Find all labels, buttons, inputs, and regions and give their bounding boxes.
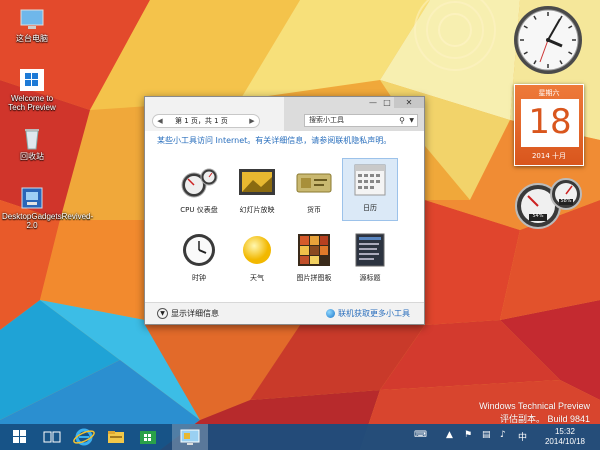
- windows-icon: [18, 68, 46, 92]
- file-explorer-icon: [108, 431, 124, 443]
- start-button[interactable]: [4, 424, 36, 450]
- cpu-meter-icon: [515, 178, 582, 229]
- weather-icon: [237, 233, 277, 267]
- page-navigator: ◀ 第 1 页，共 1 页 ▶: [152, 114, 260, 128]
- calendar-day: 18: [528, 102, 572, 142]
- network-icon[interactable]: ▤: [482, 430, 491, 440]
- currency-icon: [294, 165, 334, 199]
- puzzle-icon: [294, 233, 334, 267]
- cpu-meter-icon: [179, 165, 219, 199]
- store-button[interactable]: [132, 424, 164, 450]
- show-hidden-icons-icon[interactable]: ▲: [446, 430, 453, 440]
- globe-icon: [326, 309, 335, 318]
- gadget-tile-label: 货币: [307, 206, 321, 214]
- gadget-tile-label: 日历: [363, 204, 377, 212]
- internet-explorer-button[interactable]: [68, 424, 100, 450]
- search-placeholder: 搜索小工具: [309, 116, 344, 124]
- keyboard-icon[interactable]: ⌨: [414, 430, 427, 440]
- gadget-gallery-window: — □ ✕ ◀ 第 1 页，共 1 页 ▶ 搜索小工具 ⚲ ▼ 某些小工具访问 …: [144, 96, 425, 325]
- show-details-button[interactable]: ▼ 显示详细信息: [157, 308, 219, 320]
- gadget-tile-currency[interactable]: 货币: [286, 161, 342, 221]
- gadget-tile-picture-puzzle[interactable]: 图片拼图板: [286, 229, 342, 289]
- maximize-button[interactable]: □: [380, 97, 394, 108]
- memory-usage: 58%: [560, 198, 572, 204]
- close-button[interactable]: ✕: [394, 97, 424, 108]
- gadget-tile-feed-headlines[interactable]: 源标题: [342, 229, 398, 289]
- computer-icon: [18, 8, 46, 32]
- gadgets-icon: [180, 429, 200, 445]
- gadget-tile-weather[interactable]: 天气: [229, 229, 285, 289]
- watermark-line-1: Windows Technical Preview: [479, 401, 590, 411]
- recycle-bin-icon: [18, 126, 46, 150]
- gadget-grid-area: 某些小工具访问 Internet。有关详细信息，请参阅联机隐私声明。 CPU 仪…: [145, 131, 424, 303]
- minimize-button[interactable]: —: [366, 97, 380, 108]
- privacy-info-link[interactable]: 某些小工具访问 Internet。有关详细信息，请参阅联机隐私声明。: [157, 135, 419, 146]
- calendar-month: 2014 十月: [531, 152, 567, 160]
- desktop-icon-this-pc[interactable]: 这台电脑: [2, 8, 62, 43]
- taskbar-time: 15:32: [554, 427, 576, 436]
- next-page-button[interactable]: ▶: [247, 115, 257, 127]
- gadgets-taskbar-button[interactable]: [172, 424, 208, 450]
- get-more-gadgets-label: 联机获取更多小工具: [338, 309, 410, 318]
- chevron-down-icon: ▼: [157, 308, 168, 319]
- gadget-tile-cpu-meter[interactable]: CPU 仪表盘: [171, 161, 227, 221]
- desktop-icon-label: 回收站: [20, 152, 44, 161]
- clock-gadget[interactable]: [512, 4, 584, 76]
- gadget-tile-calendar[interactable]: 日历: [342, 158, 398, 221]
- taskbar-date: 2014/10/18: [544, 437, 586, 446]
- start-icon: [13, 430, 26, 443]
- desktop-icon-label: 这台电脑: [16, 34, 48, 43]
- gadget-tile-slideshow[interactable]: 幻灯片放映: [229, 161, 285, 221]
- task-view-button[interactable]: [36, 424, 68, 450]
- taskbar-clock[interactable]: 15:32 2014/10/18: [540, 427, 590, 447]
- system-tray: ⌨ ▲ ⚑ ▤ ♪ 中 15:32 2014/10/18: [400, 424, 600, 450]
- page-indicator: 第 1 页，共 1 页: [175, 117, 228, 125]
- clock-icon: [514, 6, 582, 74]
- gadget-tile-label: 时钟: [192, 274, 206, 282]
- desktop-icon-welcome[interactable]: Welcome to Tech Preview: [2, 68, 62, 112]
- window-titlebar: — □ ✕: [145, 97, 424, 109]
- file-explorer-button[interactable]: [100, 424, 132, 450]
- search-gadgets-input[interactable]: 搜索小工具 ⚲ ▼: [304, 114, 418, 127]
- gadget-tile-label: 源标题: [359, 274, 381, 282]
- gadget-tile-label: 幻灯片放映: [239, 206, 275, 214]
- desktop-icon-label: DesktopGadgetsRevived-2.0: [2, 212, 94, 230]
- installer-icon: [18, 186, 46, 210]
- show-details-label: 显示详细信息: [171, 309, 219, 318]
- cpu-meter-gadget[interactable]: 54% 58%: [512, 176, 586, 232]
- volume-icon[interactable]: ♪: [500, 430, 506, 440]
- gadget-tile-label: 图片拼图板: [296, 274, 332, 282]
- desktop-icon-gadgets-installer[interactable]: DesktopGadgetsRevived-2.0: [2, 186, 94, 230]
- calendar-icon: [350, 163, 390, 197]
- calendar-gadget[interactable]: 星期六 18 2014 十月: [514, 84, 584, 166]
- store-icon: [140, 431, 156, 444]
- dropdown-arrow-icon[interactable]: ▼: [409, 115, 414, 126]
- internet-explorer-icon: [73, 428, 95, 446]
- task-view-icon: [43, 431, 61, 443]
- cpu-usage: 54%: [532, 213, 544, 219]
- language-icon[interactable]: 中: [518, 430, 527, 443]
- calendar-day-panel: 18: [521, 99, 579, 147]
- clock-icon: [179, 233, 219, 267]
- gadget-tile-clock[interactable]: 时钟: [171, 229, 227, 289]
- previous-page-button[interactable]: ◀: [155, 115, 165, 127]
- search-icon[interactable]: ⚲: [399, 115, 405, 126]
- get-more-gadgets-link[interactable]: 联机获取更多小工具: [326, 308, 410, 320]
- window-footer: ▼ 显示详细信息 联机获取更多小工具: [145, 302, 424, 324]
- action-center-icon[interactable]: ⚑: [464, 430, 472, 440]
- window-toolbar: ◀ 第 1 页，共 1 页 ▶ 搜索小工具 ⚲ ▼: [145, 109, 424, 131]
- gadget-tile-label: 天气: [250, 274, 264, 282]
- desktop-icon-recycle-bin[interactable]: 回收站: [2, 126, 62, 161]
- feed-icon: [350, 233, 390, 267]
- calendar-weekday: 星期六: [538, 89, 560, 97]
- desktop-icon-label: Welcome to Tech Preview: [8, 94, 56, 112]
- slideshow-icon: [237, 165, 277, 199]
- gadget-tile-label: CPU 仪表盘: [180, 206, 218, 214]
- taskbar: ⌨ ▲ ⚑ ▤ ♪ 中 15:32 2014/10/18: [0, 424, 600, 450]
- os-watermark: Windows Technical Preview 评估副本。 Build 98…: [479, 400, 590, 426]
